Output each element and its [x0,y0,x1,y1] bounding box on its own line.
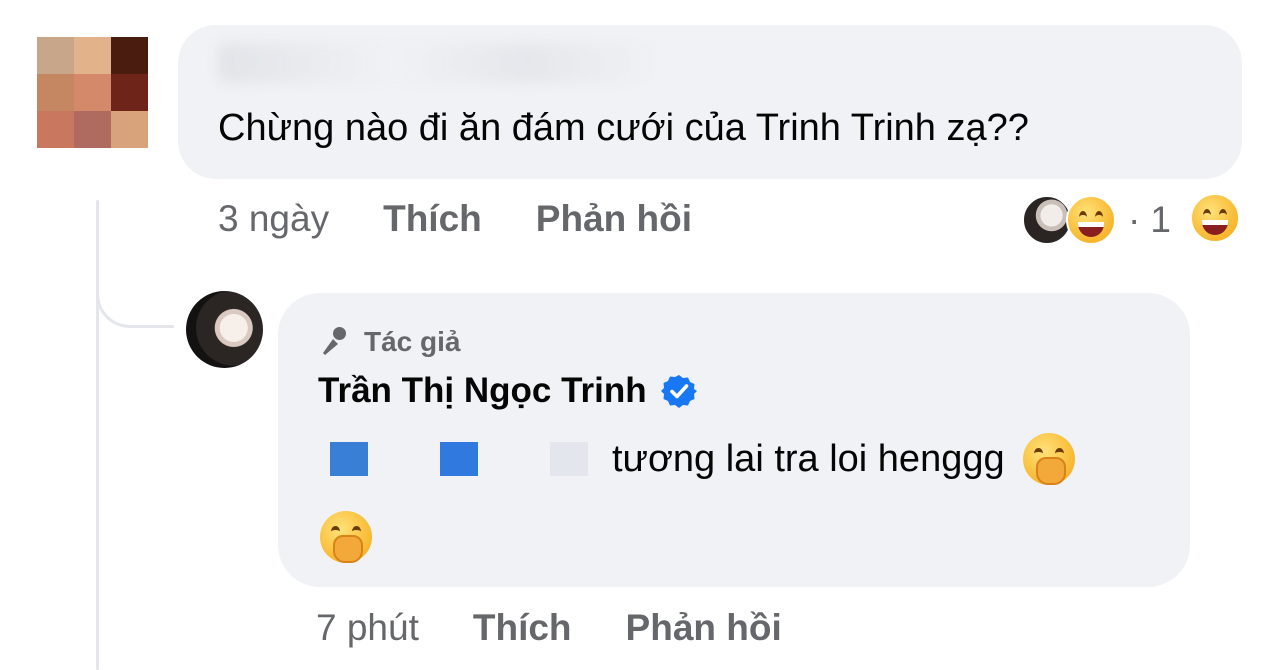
comment-timestamp[interactable]: 3 ngày [218,198,329,240]
haha-reaction-icon [1066,195,1116,245]
author-name[interactable]: Trần Thị Ngọc Trinh [318,371,697,411]
reply-button[interactable]: Phản hồi [536,198,692,240]
author-badge-label: Tác giả [364,326,461,357]
like-button[interactable]: Thích [473,607,572,649]
mention-redacted[interactable] [550,442,588,476]
thread-connector [96,262,174,328]
author-badge: Tác giả [318,325,460,359]
avatar[interactable] [37,37,148,148]
reply-actions: 7 phút Thích Phản hồi [316,607,836,649]
reactor-avatar [1022,195,1072,245]
haha-reaction-icon[interactable] [1190,193,1240,243]
reply-text: tương lai tra loi henggg [612,437,1005,480]
reactions-summary[interactable]: · 1 [1022,193,1181,247]
microphone-icon [323,327,346,355]
author-name-text[interactable]: Trần Thị Ngọc Trinh [318,371,647,411]
hand-over-mouth-emoji-icon [1022,433,1075,485]
commenter-name-blurred[interactable] [218,43,658,83]
comment-bubble: Chừng nào đi ăn đám cưới của Trinh Trinh… [178,25,1242,179]
author-avatar[interactable] [186,291,263,368]
mention-redacted[interactable] [330,442,368,476]
like-button[interactable]: Thích [383,198,482,240]
verified-badge-icon [660,375,697,408]
hand-over-mouth-emoji-icon [320,511,372,563]
comment-actions: 3 ngày Thích Phản hồi [218,198,746,240]
reply-button[interactable]: Phản hồi [626,607,782,649]
reaction-count: 1 [1150,199,1171,240]
comment-text: Chừng nào đi ăn đám cưới của Trinh Trinh… [218,107,1029,149]
reply-timestamp[interactable]: 7 phút [316,607,419,649]
reply-bubble: Tác giả Trần Thị Ngọc Trinh tương lai tr… [278,293,1190,587]
reply-content: tương lai tra loi henggg [330,433,1075,485]
mention-redacted[interactable] [440,442,478,476]
